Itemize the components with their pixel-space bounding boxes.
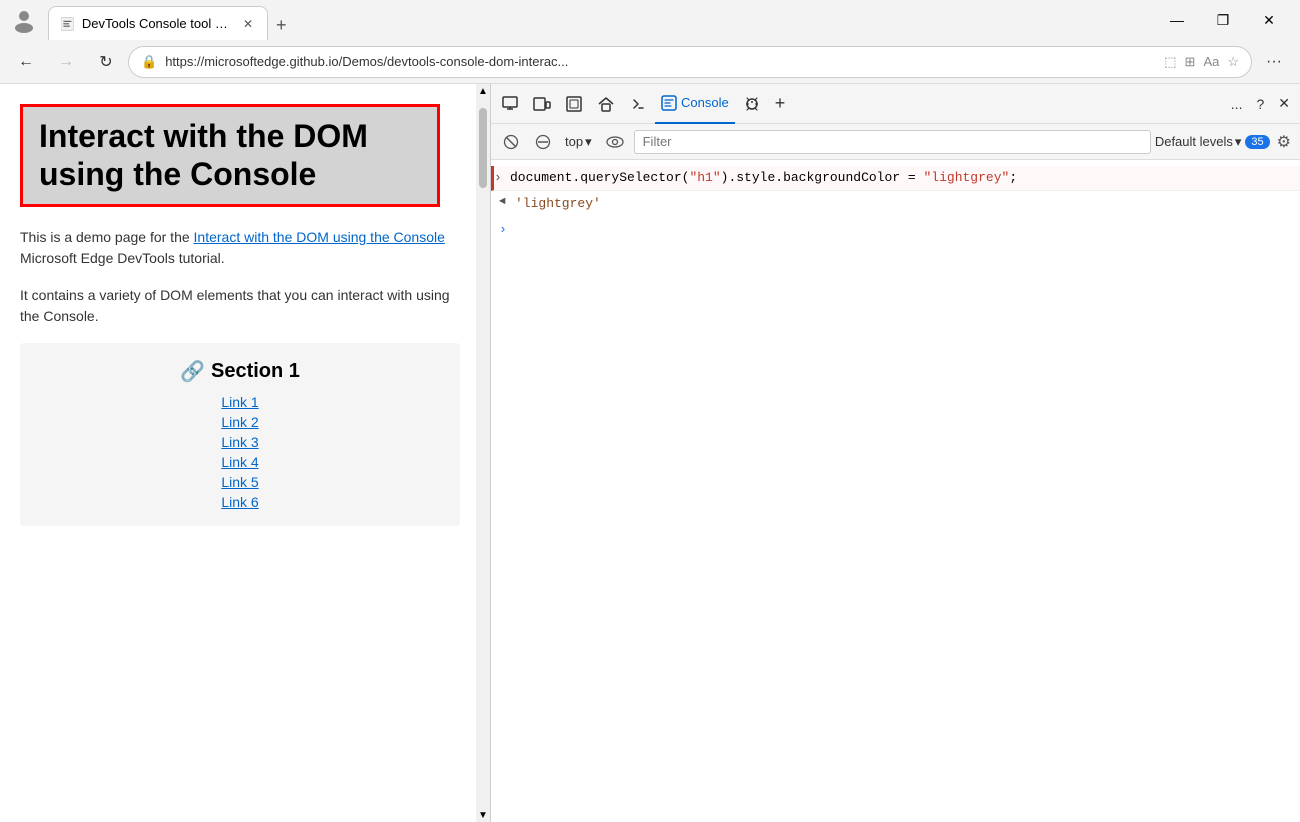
link-5[interactable]: Link 5	[36, 474, 444, 490]
debug-icon-button[interactable]	[737, 91, 767, 117]
section-title: 🔗 Section 1	[36, 359, 444, 384]
window-controls: — ❐ ✕	[1154, 4, 1292, 36]
help-button[interactable]: ?	[1250, 92, 1270, 116]
scroll-track	[476, 98, 490, 808]
console-prompt-line[interactable]: ›	[491, 217, 1300, 244]
top-label: top	[565, 134, 583, 149]
more-button[interactable]: ···	[1256, 44, 1292, 80]
inspect-element-button[interactable]	[495, 91, 525, 117]
console-command: document.querySelector("h1").style.backg…	[510, 168, 1300, 188]
address-text: https://microsoftedge.github.io/Demos/de…	[165, 54, 1156, 69]
navbar: ← → ↻ 🔒 https://microsoftedge.github.io/…	[0, 40, 1300, 84]
main-layout: Interact with the DOM using the Console …	[0, 84, 1300, 822]
console-output: › document.querySelector("h1").style.bac…	[491, 160, 1300, 822]
devtools-toolbar: Console + ... ? ✕	[491, 84, 1300, 124]
add-tool-button[interactable]: +	[769, 89, 792, 118]
webpage-panel: Interact with the DOM using the Console …	[0, 84, 490, 822]
tab-title: DevTools Console tool DOM inte	[82, 16, 233, 31]
tab-close-button[interactable]: ✕	[241, 15, 255, 33]
elements-panel-button[interactable]	[559, 91, 589, 117]
section-1-box: 🔗 Section 1 Link 1 Link 2 Link 3 Link 4 …	[20, 343, 460, 526]
forward-button[interactable]: →	[48, 44, 84, 80]
back-button[interactable]: ←	[8, 44, 44, 80]
home-button[interactable]	[591, 91, 621, 117]
input-arrow-icon: ›	[494, 168, 510, 188]
filter-input[interactable]	[634, 130, 1151, 154]
title-bar: DevTools Console tool DOM inte ✕ + — ❐ ✕	[0, 0, 1300, 40]
close-button[interactable]: ✕	[1246, 4, 1292, 36]
scroll-down-button[interactable]: ▼	[476, 808, 490, 822]
console-tab[interactable]: Console	[655, 84, 735, 124]
levels-arrow-icon: ▾	[1235, 134, 1242, 150]
webpage-content: Interact with the DOM using the Console …	[0, 84, 490, 822]
cast-icon: ⬚	[1164, 54, 1176, 70]
chain-icon: 🔗	[180, 359, 205, 384]
result-arrow-icon: ◄	[499, 194, 515, 211]
device-emulation-button[interactable]	[527, 91, 557, 117]
more-tools-button[interactable]: ...	[1225, 92, 1249, 116]
link-1[interactable]: Link 1	[36, 394, 444, 410]
settings-button[interactable]: ⚙	[1274, 129, 1294, 155]
section-links: Link 1 Link 2 Link 3 Link 4 Link 5 Link …	[36, 394, 444, 510]
maximize-button[interactable]: ❐	[1200, 4, 1246, 36]
minimize-button[interactable]: —	[1154, 4, 1200, 36]
link-4[interactable]: Link 4	[36, 454, 444, 470]
link-6[interactable]: Link 6	[36, 494, 444, 510]
active-tab[interactable]: DevTools Console tool DOM inte ✕	[48, 6, 268, 40]
scroll-thumb[interactable]	[479, 108, 487, 188]
clear-icon-button[interactable]	[529, 131, 557, 153]
console-tab-label: Console	[681, 95, 729, 110]
eye-button[interactable]	[600, 132, 630, 152]
devtools-close-button[interactable]: ✕	[1272, 91, 1296, 116]
message-count-badge: 35	[1245, 135, 1269, 149]
link-2[interactable]: Link 2	[36, 414, 444, 430]
scrollbar[interactable]: ▲ ▼	[476, 84, 490, 822]
new-tab-button[interactable]: +	[268, 11, 295, 40]
console-result-line: ◄ 'lightgrey'	[491, 191, 1300, 218]
sources-button[interactable]	[623, 91, 653, 117]
scroll-up-button[interactable]: ▲	[476, 84, 490, 98]
tab-strip: DevTools Console tool DOM inte ✕ +	[48, 0, 1146, 40]
devtools-panel: Console + ... ? ✕ top ▾	[490, 84, 1300, 822]
reader-mode-icon: Aa	[1203, 54, 1219, 69]
profile-icon[interactable]	[8, 4, 40, 36]
tab-search-icon: ⊞	[1185, 54, 1196, 70]
nav-extras: ···	[1256, 44, 1292, 80]
tutorial-link[interactable]: Interact with the DOM using the Console	[194, 229, 445, 245]
lock-icon: 🔒	[141, 54, 157, 70]
default-levels-label: Default levels	[1155, 134, 1233, 149]
link-3[interactable]: Link 3	[36, 434, 444, 450]
context-dropdown[interactable]: top ▾	[561, 131, 596, 153]
default-levels-button[interactable]: Default levels ▾	[1155, 134, 1242, 150]
console-toolbar: top ▾ Default levels ▾ 35 ⚙	[491, 124, 1300, 160]
page-description-1: This is a demo page for the Interact wit…	[20, 227, 460, 269]
console-result-value: 'lightgrey'	[515, 194, 601, 214]
refresh-button[interactable]: ↻	[88, 44, 124, 80]
prompt-arrow-icon: ›	[499, 220, 515, 240]
favorite-icon: ☆	[1227, 54, 1239, 70]
address-bar[interactable]: 🔒 https://microsoftedge.github.io/Demos/…	[128, 46, 1252, 78]
console-input-line: › document.querySelector("h1").style.bac…	[491, 166, 1300, 191]
dropdown-arrow-icon: ▾	[585, 134, 592, 150]
page-heading: Interact with the DOM using the Console	[39, 117, 421, 194]
page-description-2: It contains a variety of DOM elements th…	[20, 285, 460, 327]
h1-highlighted-box: Interact with the DOM using the Console	[20, 104, 440, 207]
clear-console-button[interactable]	[497, 131, 525, 153]
